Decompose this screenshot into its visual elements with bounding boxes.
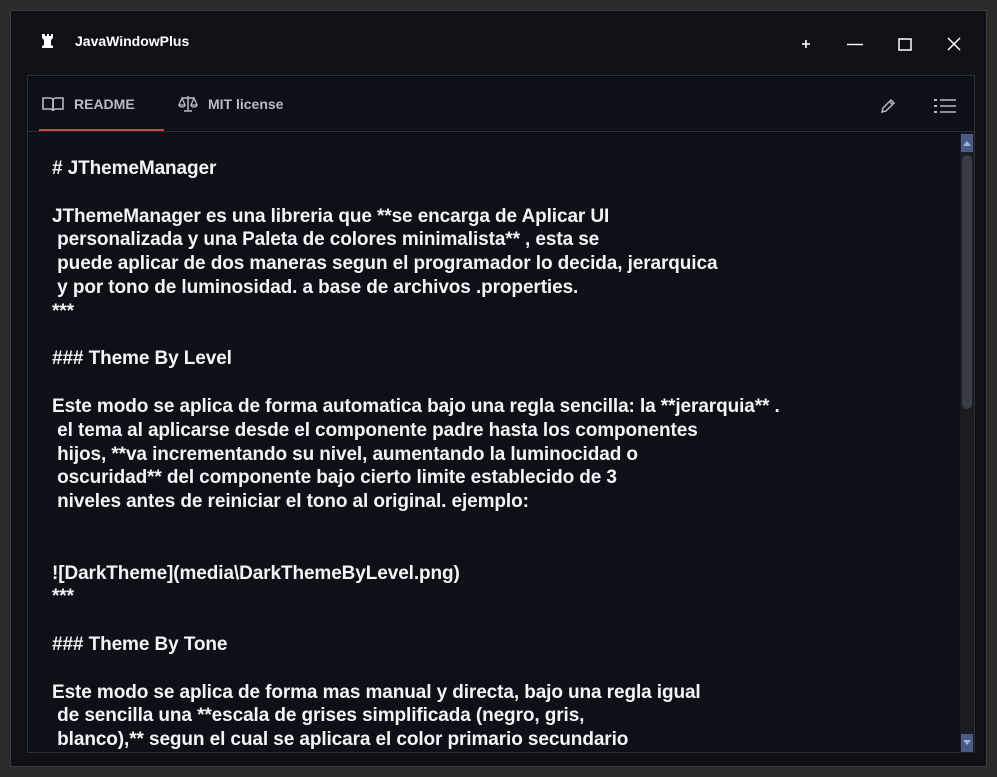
minimize-icon — [847, 43, 863, 46]
scroll-thumb[interactable] — [962, 155, 972, 409]
window-title: JavaWindowPlus — [75, 33, 190, 49]
chess-rook-icon — [41, 33, 55, 49]
tab-readme-label: README — [74, 96, 135, 112]
tab-readme[interactable]: README — [42, 76, 166, 132]
readme-content[interactable]: # JThemeManager JThemeManager es una lib… — [28, 133, 960, 753]
scroll-down-button[interactable] — [961, 734, 973, 752]
active-tab-indicator — [39, 129, 164, 131]
new-window-button[interactable] — [791, 29, 821, 59]
vertical-scrollbar[interactable] — [960, 133, 974, 753]
edit-button[interactable] — [876, 94, 900, 118]
maximize-button[interactable] — [890, 29, 920, 59]
chevron-down-icon — [963, 740, 971, 745]
readme-panel: README MIT license # JThemeManager JThem… — [27, 75, 975, 753]
title-bar[interactable]: JavaWindowPlus — [11, 11, 986, 67]
app-window: JavaWindowPlus README MIT license # JThe… — [10, 10, 987, 767]
plus-icon — [802, 40, 810, 48]
list-icon — [934, 99, 956, 113]
pencil-icon — [880, 98, 896, 114]
tab-license-label: MIT license — [208, 96, 284, 112]
tab-mit-license[interactable]: MIT license — [178, 76, 318, 132]
close-button[interactable] — [939, 29, 969, 59]
readme-text: # JThemeManager JThemeManager es una lib… — [52, 158, 780, 751]
scroll-up-button[interactable] — [961, 134, 973, 152]
minimize-button[interactable] — [840, 29, 870, 59]
chevron-up-icon — [963, 141, 971, 146]
maximize-icon — [898, 38, 912, 51]
close-icon — [947, 37, 961, 51]
outline-button[interactable] — [933, 94, 957, 118]
book-icon — [42, 97, 64, 112]
tab-bar: README MIT license — [28, 76, 974, 132]
scales-icon — [178, 96, 198, 112]
